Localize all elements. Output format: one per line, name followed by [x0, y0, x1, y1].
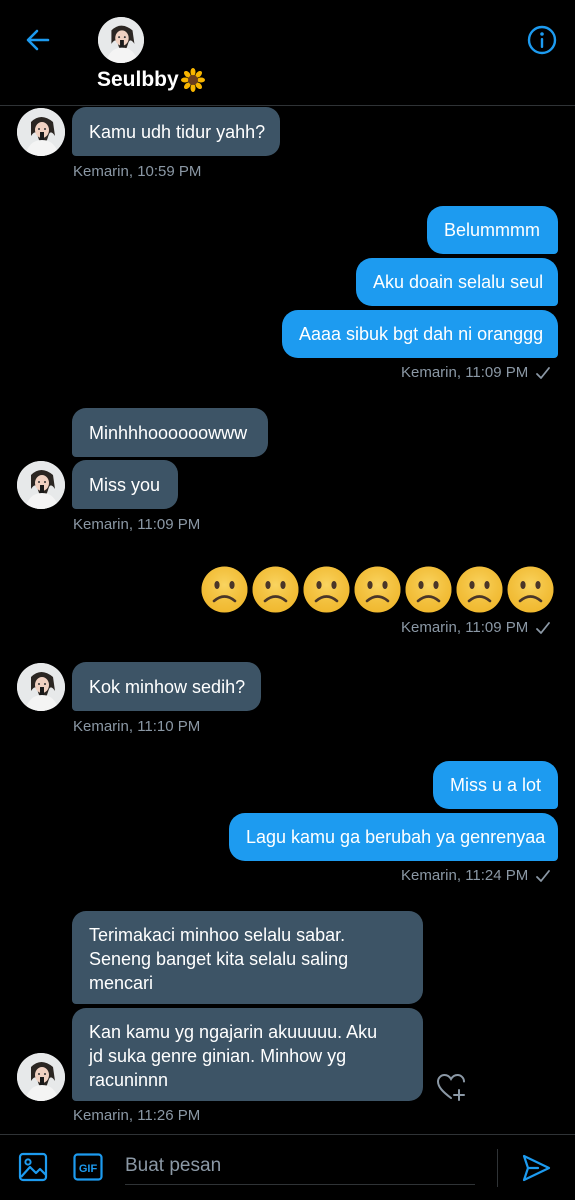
- frowning-face-emoji-icon: [252, 566, 299, 613]
- outgoing-message-bubble[interactable]: Lagu kamu ga berubah ya genrenyaa: [229, 813, 558, 861]
- composer-divider: [497, 1149, 498, 1187]
- message-timestamp: Kemarin, 11:10 PM: [73, 718, 200, 735]
- outgoing-message-bubble[interactable]: Aku doain selalu seul: [356, 258, 558, 306]
- contact-avatar[interactable]: [17, 461, 65, 509]
- message-text: Minhhhoooooowww: [89, 422, 248, 443]
- contact-name[interactable]: Seulbby: [97, 68, 205, 92]
- gif-label: GIF: [79, 1163, 98, 1175]
- timestamp-text: Kemarin, 11:09 PM: [401, 364, 529, 381]
- arrow-left-icon[interactable]: [22, 24, 54, 56]
- gif-icon: GIF: [73, 1153, 103, 1181]
- incoming-message-bubble[interactable]: Kok minhow sedih?: [72, 662, 261, 711]
- image-icon[interactable]: [18, 1152, 48, 1182]
- frowning-face-emoji-icon: [405, 566, 452, 613]
- incoming-message-bubble[interactable]: Miss you: [72, 460, 178, 509]
- message-text: Terimakaci minhoo selalu sabar. Seneng b…: [89, 923, 348, 995]
- message-text: Kok minhow sedih?: [89, 676, 246, 697]
- message-text: Kan kamu yg ngajarin akuuuuu. Aku jd suk…: [89, 1020, 377, 1092]
- timestamp-text: Kemarin, 11:10 PM: [73, 718, 201, 735]
- incoming-message-bubble[interactable]: Kamu udh tidur yahh?: [72, 107, 280, 156]
- message-line: Terimakaci minhoo selalu sabar.: [89, 925, 346, 945]
- message-text: Lagu kamu ga berubah ya genrenyaa: [246, 827, 546, 847]
- frowning-face-emoji-icon: [507, 566, 554, 613]
- message-text: Aaaa sibuk bgt dah ni oranggg: [299, 324, 544, 344]
- outgoing-message-bubble[interactable]: Belummmm: [427, 206, 558, 254]
- heart-plus-icon[interactable]: [436, 1072, 466, 1102]
- timestamp-text: Kemarin, 10:59 PM: [73, 163, 202, 180]
- message-text: Aku doain selalu seul: [373, 272, 544, 292]
- message-input-wrapper: [125, 1147, 475, 1185]
- message-timestamp: Kemarin, 11:09 PM: [401, 619, 551, 636]
- message-composer: GIF: [0, 1134, 575, 1200]
- message-timestamp: Kemarin, 11:09 PM: [73, 516, 200, 533]
- contact-avatar[interactable]: [17, 108, 65, 156]
- frowning-face-emoji-icon: [354, 566, 401, 613]
- message-input[interactable]: [125, 1154, 475, 1177]
- emoji-message[interactable]: [201, 566, 554, 613]
- contact-avatar[interactable]: [17, 663, 65, 711]
- message-line: racuninnn: [89, 1070, 169, 1090]
- outgoing-message-bubble[interactable]: Miss u a lot: [433, 761, 558, 809]
- message-text: Belummmm: [444, 220, 541, 240]
- timestamp-text: Kemarin, 11:09 PM: [73, 516, 201, 533]
- sent-check-icon: [536, 869, 551, 882]
- message-line: mencari: [89, 973, 154, 993]
- incoming-message-bubble[interactable]: Terimakaci minhoo selalu sabar. Seneng b…: [72, 911, 423, 1004]
- message-timestamp: Kemarin, 10:59 PM: [73, 163, 201, 180]
- message-text: Miss u a lot: [450, 775, 542, 795]
- incoming-message-bubble[interactable]: Minhhhoooooowww: [72, 408, 268, 457]
- conversation-header: Seulbby: [0, 0, 575, 106]
- message-line: Kan kamu yg ngajarin akuuuuu. Aku: [89, 1022, 378, 1042]
- sunflower-emoji-icon: [180, 68, 205, 92]
- timestamp-text: Kemarin, 11:09 PM: [401, 619, 529, 636]
- message-timestamp: Kemarin, 11:09 PM: [401, 364, 551, 381]
- header-avatar[interactable]: [98, 17, 144, 63]
- message-timestamp: Kemarin, 11:26 PM: [73, 1107, 200, 1124]
- message-line: Seneng banget kita selalu saling: [89, 949, 349, 969]
- incoming-message-bubble[interactable]: Kan kamu yg ngajarin akuuuuu. Aku jd suk…: [72, 1008, 423, 1101]
- message-text: Miss you: [89, 474, 161, 495]
- timestamp-text: Kemarin, 11:26 PM: [73, 1107, 201, 1124]
- frowning-face-emoji-icon: [456, 566, 503, 613]
- frowning-face-emoji-icon: [201, 566, 248, 613]
- message-line: jd suka genre ginian. Minhow yg: [89, 1046, 347, 1066]
- message-timestamp: Kemarin, 11:24 PM: [401, 867, 551, 884]
- contact-name-text: Seulbby: [97, 68, 179, 91]
- gif-button[interactable]: GIF: [73, 1153, 103, 1181]
- info-icon[interactable]: [526, 24, 558, 56]
- message-text: Kamu udh tidur yahh?: [89, 121, 266, 142]
- contact-avatar[interactable]: [17, 1053, 65, 1101]
- timestamp-text: Kemarin, 11:24 PM: [401, 867, 529, 884]
- send-icon[interactable]: [520, 1152, 552, 1184]
- frowning-face-emoji-icon: [303, 566, 350, 613]
- outgoing-message-bubble[interactable]: Aaaa sibuk bgt dah ni oranggg: [282, 310, 558, 358]
- sent-check-icon: [536, 366, 551, 379]
- sent-check-icon: [536, 621, 551, 634]
